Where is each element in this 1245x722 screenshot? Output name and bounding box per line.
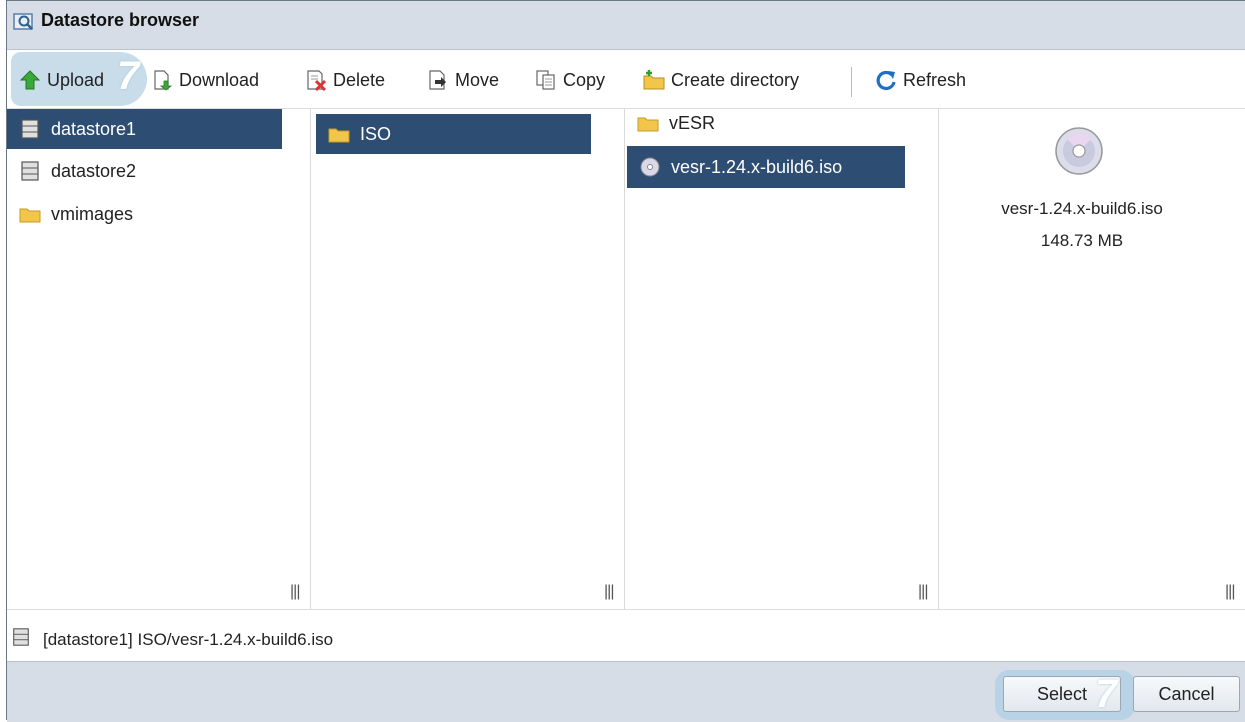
delete-icon [307,70,327,91]
folder-column: ISO [311,109,596,609]
datastore-icon [21,119,39,139]
resize-grip: ||| [918,583,929,600]
copy-button[interactable]: Copy [535,67,605,93]
upload-label: Upload [47,69,105,90]
cancel-button[interactable]: Cancel [1133,676,1240,712]
toolbar: Upload 7 Download Delete Move Copy Creat… [7,50,1245,108]
datastore-search-icon [13,13,33,30]
select-label: Select [1036,683,1088,704]
dialog-title: Datastore browser [41,10,200,30]
datastore-icon [13,628,29,646]
datastore-item-datastore2[interactable]: datastore2 [7,151,282,191]
move-icon [429,70,446,90]
folder-icon [328,128,350,143]
datastore-column: datastore1 datastore2 vmimages [7,109,282,609]
new-folder-icon [643,70,665,90]
folder-item-iso[interactable]: ISO [316,114,591,154]
browser-columns: datastore1 datastore2 vmimages ||| ISO |… [7,108,1245,609]
title-bar: Datastore browser [7,1,1245,50]
cancel-label: Cancel [1158,683,1215,704]
preview-column [939,109,1218,609]
folder-icon [637,117,659,132]
datastore-browser-dialog: Datastore browser Upload 7 Download Dele… [6,0,1245,722]
datastore-label: vmimages [51,203,134,224]
disc-image-icon [1055,127,1103,175]
move-label: Move [455,69,500,90]
selected-path: [datastore1] ISO/vesr-1.24.x-build6.iso [43,630,334,649]
column-resizer[interactable]: ||| [910,109,939,609]
preview-file-size: 148.73 MB [1040,231,1124,250]
datastore-label: datastore1 [51,118,137,139]
file-item-iso[interactable]: vesr-1.24.x-build6.iso [627,146,905,188]
copy-label: Copy [563,69,606,90]
dialog-footer: Select 7 Cancel [7,661,1245,722]
folder-icon [19,208,41,223]
upload-button[interactable]: Upload [19,67,104,93]
column-resizer[interactable]: ||| [282,109,311,609]
step-badge-select: 7 [1095,672,1118,716]
resize-grip: ||| [604,583,615,600]
create-directory-label: Create directory [671,69,800,90]
resize-grip: ||| [290,583,301,600]
copy-icon [536,70,555,90]
step-badge-upload: 7 [117,54,140,98]
delete-button[interactable]: Delete [305,67,385,93]
folder-item-vesr[interactable]: vESR [625,103,910,143]
refresh-icon [876,70,896,91]
selected-path-bar: [datastore1] ISO/vesr-1.24.x-build6.iso [7,609,1245,662]
datastore-item-vmimages[interactable]: vmimages [7,194,282,234]
delete-label: Delete [333,69,386,90]
upload-arrow-icon [19,70,41,90]
folder-label: ISO [360,123,392,144]
disc-icon [640,157,660,177]
datastore-label: datastore2 [51,160,137,181]
resize-grip: ||| [1225,583,1236,600]
column-resizer[interactable]: ||| [596,109,625,609]
file-column: vESR vesr-1.24.x-build6.iso [625,109,910,609]
download-button[interactable]: Download [151,67,259,93]
column-resizer[interactable]: ||| [1217,109,1245,609]
download-icon [154,70,173,91]
folder-label: vESR [669,112,716,133]
preview-file-name: vesr-1.24.x-build6.iso [1001,199,1163,218]
datastore-item-datastore1[interactable]: datastore1 [7,109,282,149]
move-button[interactable]: Move [427,67,499,93]
file-label: vesr-1.24.x-build6.iso [671,156,843,177]
refresh-button[interactable]: Refresh [875,67,966,93]
datastore-icon [21,161,39,181]
refresh-label: Refresh [903,69,967,90]
download-label: Download [179,69,260,90]
toolbar-separator [851,67,852,97]
create-directory-button[interactable]: Create directory [643,67,799,93]
